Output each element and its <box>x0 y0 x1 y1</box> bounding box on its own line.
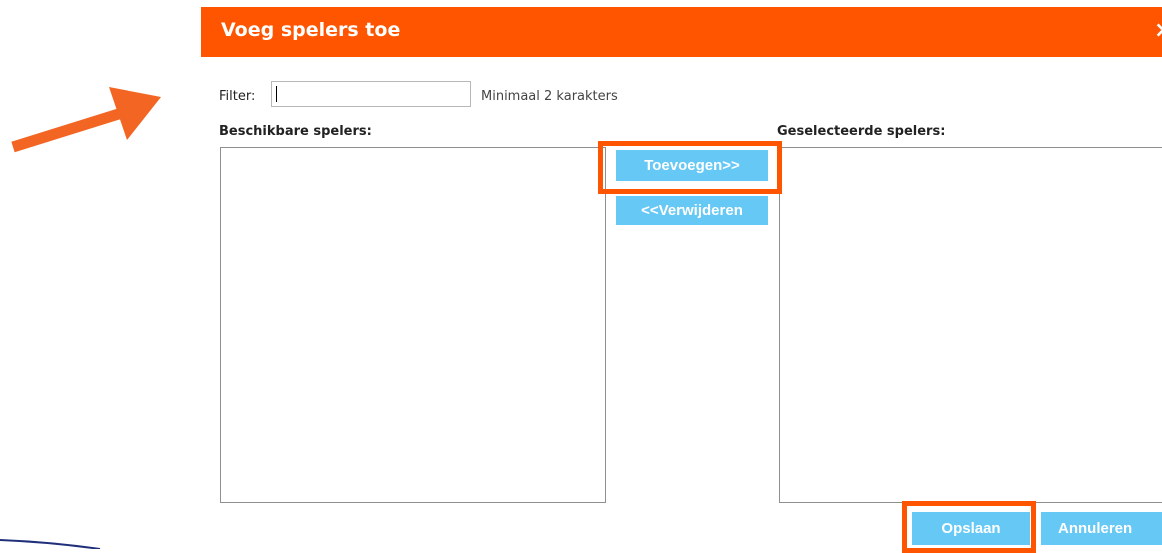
save-button-highlight <box>902 501 1036 553</box>
dialog-header: Voeg spelers toe × <box>201 7 1162 57</box>
filter-hint: Minimaal 2 karakters <box>481 89 618 104</box>
selected-players-label: Geselecteerde spelers: <box>777 124 946 139</box>
selected-players-list[interactable] <box>779 147 1162 503</box>
cancel-button[interactable]: Annuleren <box>1041 512 1162 545</box>
available-players-list[interactable] <box>220 147 606 503</box>
text-caret <box>276 86 277 102</box>
remove-button[interactable]: <<Verwijderen <box>616 196 768 225</box>
add-button-highlight <box>598 141 782 194</box>
dialog-title: Voeg spelers toe <box>221 19 401 41</box>
filter-label: Filter: <box>219 89 256 104</box>
close-icon[interactable]: × <box>1154 17 1162 45</box>
available-players-label: Beschikbare spelers: <box>219 124 372 139</box>
filter-input[interactable] <box>271 81 471 107</box>
